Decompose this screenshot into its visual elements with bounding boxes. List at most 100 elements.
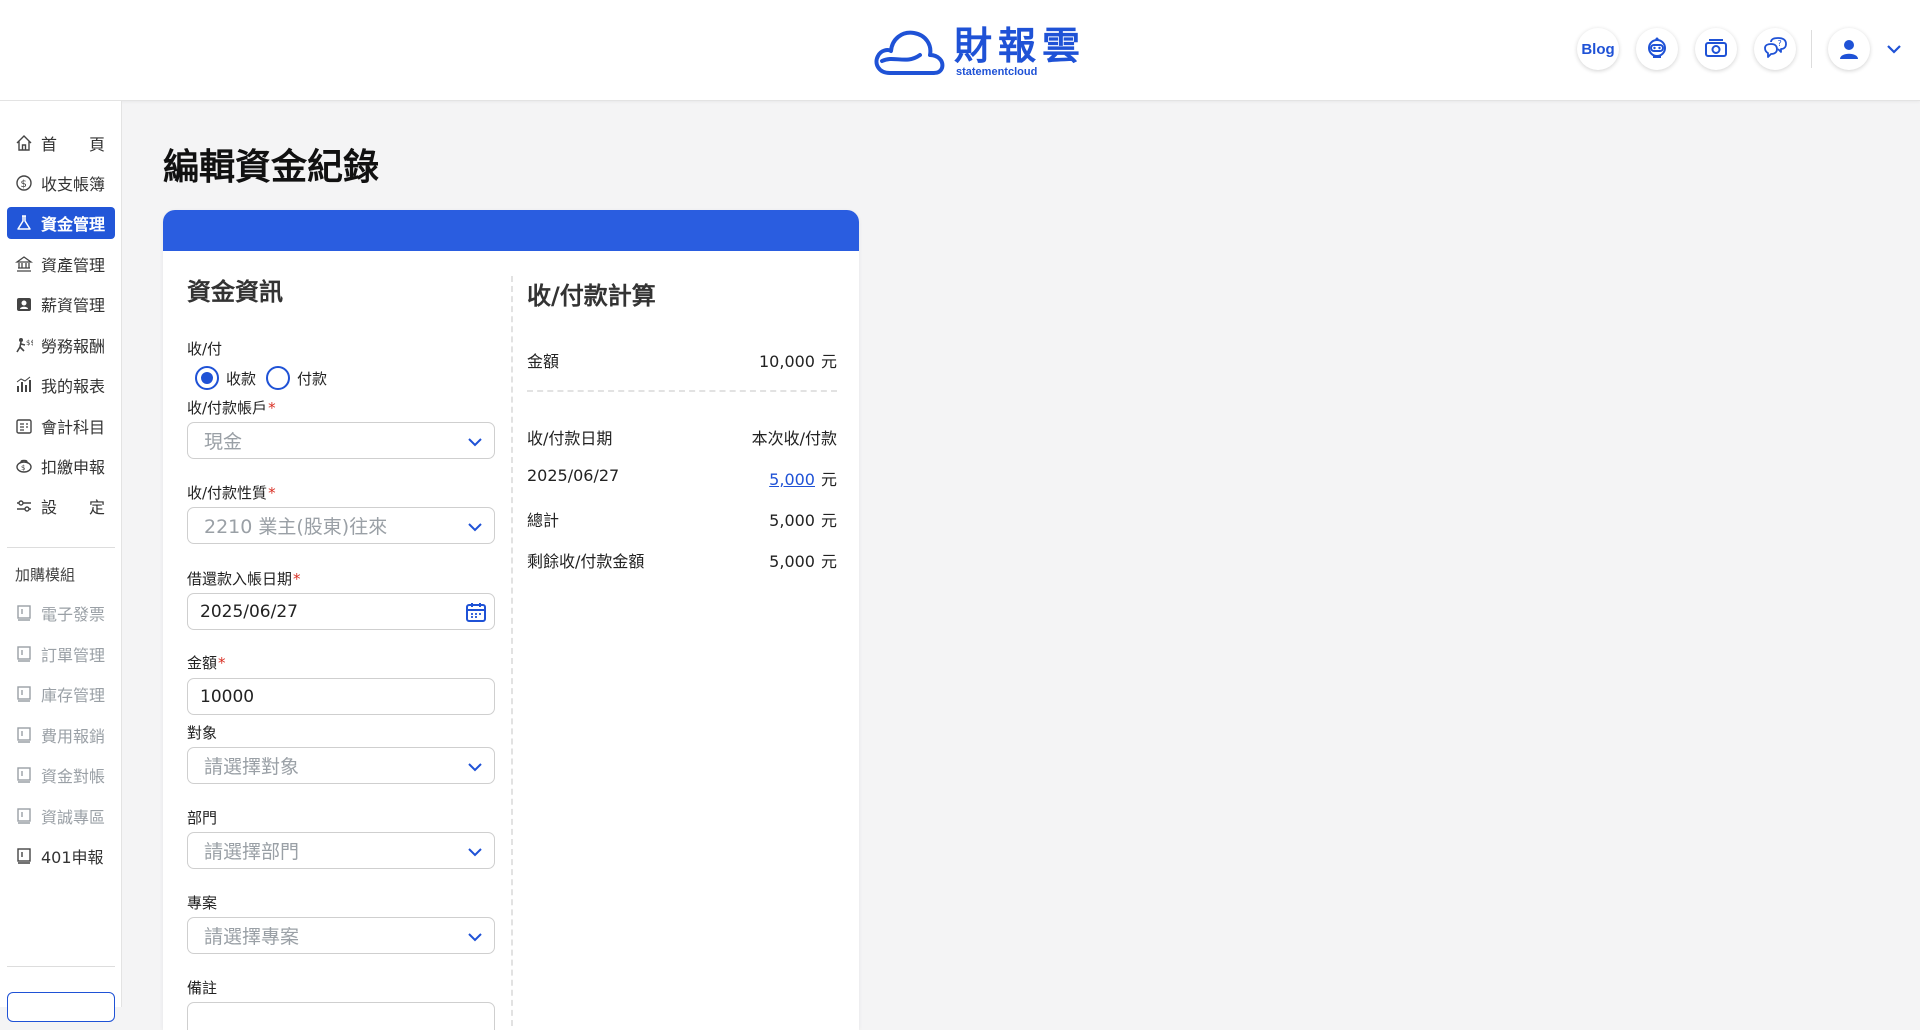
sidebar-item-orders[interactable]: 訂單管理 (7, 638, 115, 670)
calc-payment-row: 2025/06/27 5,000 元 (527, 466, 837, 490)
sidebar-item-expenses[interactable]: 費用報銷 (7, 719, 115, 751)
sidebar-item-pwc[interactable]: 資誠專區 (7, 800, 115, 832)
calc-row-date: 2025/06/27 (527, 466, 620, 485)
sidebar-item-401[interactable]: 401申報 (7, 840, 115, 872)
payment-calc-panel: 收/付款計算 金額 10,000 元 收/付款日期 本次收/付款 2025/06/… (527, 272, 837, 571)
svg-text:$$: $$ (26, 339, 33, 347)
card-header-band (163, 210, 859, 251)
module-icon (15, 807, 33, 825)
sidebar-item-label: 我的報表 (41, 377, 106, 396)
sidebar: 首頁 $ 收支帳簿 資金管理 資產管理 薪資管理 $$ 勞務報酬 我的報表 會計… (0, 101, 122, 1022)
sidebar-item-asset-management[interactable]: 資產管理 (7, 248, 115, 280)
chevron-down-icon (468, 848, 482, 857)
module-icon (15, 766, 33, 784)
target-label: 對象 (187, 724, 218, 742)
dept-select[interactable]: 請選擇部門 (187, 832, 495, 869)
sidebar-item-label: 扣繳申報 (41, 458, 106, 477)
account-label: 收/付款帳戶* (187, 399, 276, 417)
calc-amount-value: 10,000 (759, 352, 815, 371)
target-select[interactable]: 請選擇對象 (187, 747, 495, 784)
sidebar-item-reconciliation[interactable]: 資金對帳 (7, 759, 115, 791)
chevron-down-icon[interactable] (1885, 40, 1903, 58)
sidebar-item-salary[interactable]: 薪資管理 (7, 288, 115, 320)
sidebar-item-labor[interactable]: $$ 勞務報酬 (7, 329, 115, 361)
sidebar-item-label: 資誠專區 (41, 808, 106, 827)
coin-icon: $ (15, 174, 33, 192)
unit-label: 元 (820, 511, 837, 530)
sidebar-item-ledger[interactable]: $ 收支帳簿 (7, 167, 115, 199)
project-select[interactable]: 請選擇專案 (187, 917, 495, 954)
asset-icon (15, 255, 33, 273)
note-label: 備註 (187, 979, 218, 997)
unit-label: 元 (820, 470, 837, 489)
project-select-placeholder: 請選擇專案 (204, 926, 300, 948)
logo-title: 財報雲 (954, 23, 1087, 68)
calc-total-value: 5,000 (769, 511, 815, 530)
module-icon (15, 604, 33, 622)
labor-icon: $$ (15, 336, 33, 354)
blog-label: Blog (1581, 40, 1615, 58)
page-title: 編輯資金紀錄 (163, 147, 380, 188)
project-label: 專案 (187, 894, 218, 912)
fund-info-title: 資金資訊 (187, 278, 283, 306)
calc-remaining-row: 剩餘收/付款金額 5,000 元 (527, 548, 837, 572)
unit-label: 元 (820, 552, 837, 571)
sidebar-item-fund-management[interactable]: 資金管理 (7, 207, 115, 239)
calc-total-row: 總計 5,000 元 (527, 507, 837, 531)
type-label: 收/付 (187, 340, 223, 358)
home-icon (15, 134, 33, 152)
sidebar-item-label: 定 (88, 498, 105, 517)
calendar-icon[interactable] (465, 601, 487, 623)
sidebar-item-withholding[interactable]: $ 扣繳申報 (7, 450, 115, 482)
blog-button[interactable]: Blog (1577, 28, 1619, 70)
amount-input[interactable]: 10000 (187, 678, 495, 715)
calc-this-col: 本次收/付款 (751, 429, 837, 448)
sidebar-item-label: 頁 (88, 135, 105, 154)
module-icon (15, 726, 33, 744)
svg-text:$: $ (21, 464, 25, 472)
fund-info-form: 資金資訊 收/付 收款 付款 收/付款帳戶* 現金 收/付款性質* 2210 業… (187, 272, 495, 1030)
sidebar-item-label: 會計科目 (41, 418, 106, 437)
svg-text:?: ? (1778, 39, 1782, 48)
sidebar-item-settings[interactable]: 設定 (7, 490, 115, 522)
calc-remaining-value: 5,000 (769, 552, 815, 571)
nature-select-value: 2210 業主(股東)往來 (204, 516, 388, 538)
note-input[interactable] (187, 1002, 495, 1030)
sidebar-item-reports[interactable]: 我的報表 (7, 369, 115, 401)
sidebar-bottom-button[interactable] (7, 992, 115, 1022)
account-select-value: 現金 (204, 431, 243, 453)
logo[interactable]: 財報雲 statementcloud (872, 22, 1086, 82)
target-select-placeholder: 請選擇對象 (204, 756, 300, 778)
date-input[interactable]: 2025/06/27 (187, 593, 495, 630)
amount-input-value: 10000 (200, 686, 255, 707)
chevron-down-icon (468, 438, 482, 447)
sidebar-item-label: 首 (41, 135, 58, 154)
sidebar-item-einvoice[interactable]: 電子發票 (7, 597, 115, 629)
sidebar-item-inventory[interactable]: 庫存管理 (7, 678, 115, 710)
module-icon (15, 685, 33, 703)
sidebar-item-accounts[interactable]: 會計科目 (7, 410, 115, 442)
receive-radio[interactable] (195, 366, 219, 390)
nature-label: 收/付款性質* (187, 484, 276, 502)
module-icon (15, 847, 33, 865)
pay-radio-label[interactable]: 付款 (297, 368, 327, 389)
help-chat-button[interactable]: ? (1754, 28, 1796, 70)
user-avatar-button[interactable] (1828, 28, 1870, 70)
chat-help-icon: ? (1764, 37, 1787, 58)
cash-button[interactable] (1695, 28, 1737, 70)
amount-label: 金額* (187, 654, 226, 672)
sidebar-item-label: 薪資管理 (41, 296, 106, 315)
account-select[interactable]: 現金 (187, 422, 495, 459)
sidebar-item-label: 電子發票 (41, 605, 106, 624)
nature-select[interactable]: 2210 業主(股東)往來 (187, 507, 495, 544)
receive-radio-label[interactable]: 收款 (226, 368, 256, 389)
pay-radio[interactable] (266, 366, 291, 390)
calc-row-amount-link[interactable]: 5,000 (769, 470, 815, 489)
assistant-button[interactable] (1636, 28, 1678, 70)
logo-subtitle: statementcloud (956, 65, 1038, 78)
sidebar-item-home[interactable]: 首頁 (7, 127, 115, 159)
ledger-icon (15, 417, 33, 435)
column-divider (511, 276, 513, 1030)
chevron-down-icon (468, 763, 482, 772)
sidebar-item-label: 資金對帳 (41, 767, 106, 786)
